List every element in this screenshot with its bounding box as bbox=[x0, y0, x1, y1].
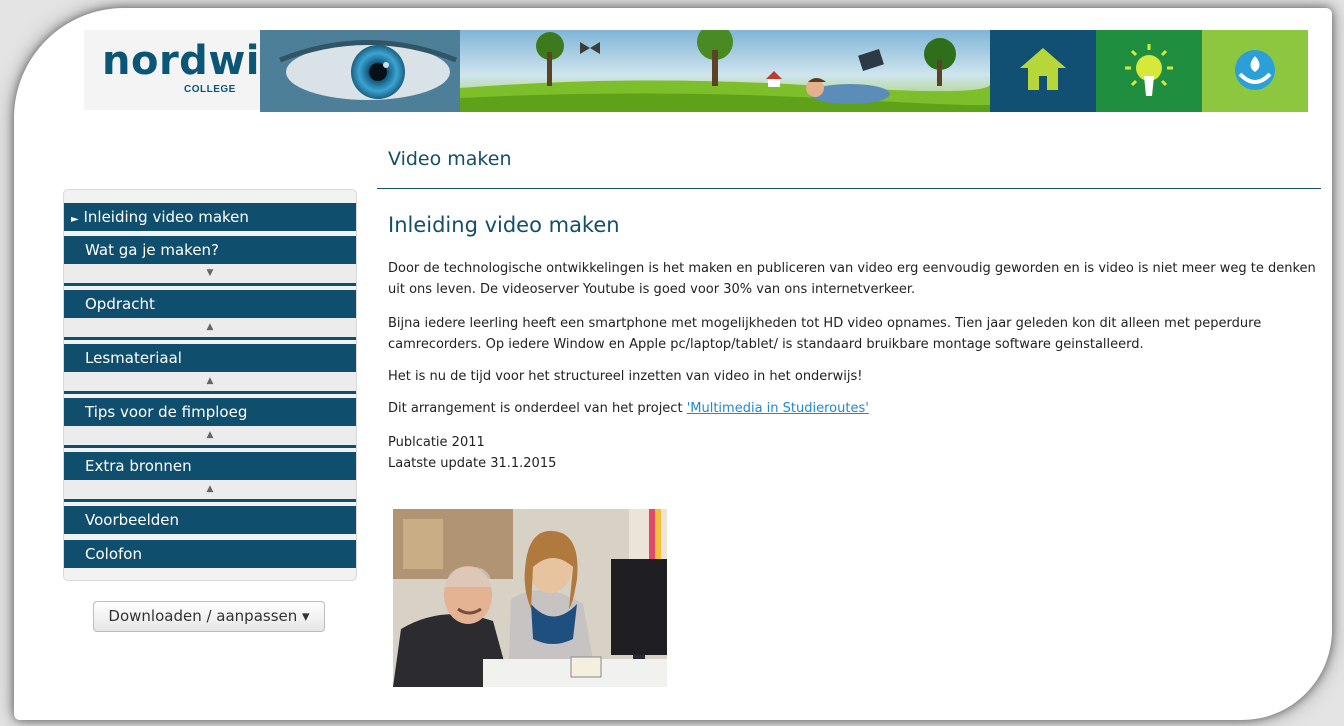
smartphone-paragraph: Bijna iedere leerling heeft een smartpho… bbox=[388, 316, 1262, 352]
sidebar-item-label: Extra bronnen bbox=[85, 457, 192, 475]
sidebar-item-lesmateriaal[interactable]: Lesmateriaal bbox=[64, 344, 356, 372]
download-edit-button[interactable]: Downloaden / aanpassen ▾ bbox=[93, 601, 325, 632]
sidebar-item-label: Tips voor de fimploeg bbox=[85, 403, 248, 421]
sidebar-item-tips-voor-de-fimploeg[interactable]: Tips voor de fimploeg bbox=[64, 398, 356, 426]
section-title: Inleiding video maken bbox=[388, 213, 620, 237]
sidebar-item-inleiding-video-maken[interactable]: ► Inleiding video maken bbox=[64, 203, 356, 231]
nordwin-logo[interactable]: nordwin COLLEGE bbox=[84, 30, 288, 110]
call-to-action-paragraph: Het is nu de tijd voor het structureel i… bbox=[388, 369, 863, 384]
sidebar-item-label: Inleiding video maken bbox=[83, 208, 249, 226]
chevron-up-icon: ▲ bbox=[206, 430, 214, 440]
chevron-up-icon: ▲ bbox=[206, 484, 214, 494]
sidebar-item-extra-bronnen[interactable]: Extra bronnen bbox=[64, 452, 356, 480]
collapse-toggle-extra-bronnen[interactable]: ▲ bbox=[64, 480, 356, 502]
sidebar-item-label: Wat ga je maken? bbox=[85, 241, 220, 259]
chevron-up-icon: ▲ bbox=[206, 376, 214, 386]
chevron-down-icon: ▼ bbox=[206, 268, 214, 278]
collapse-toggle-lesmateriaal[interactable]: ▲ bbox=[64, 372, 356, 394]
sidebar-item-voorbeelden[interactable]: Voorbeelden bbox=[64, 506, 356, 534]
publication-date: Publcatie 2011 bbox=[388, 435, 485, 450]
sidebar-item-label: Colofon bbox=[85, 545, 142, 563]
sidebar-item-label: Voorbeelden bbox=[85, 511, 180, 529]
project-text: Dit arrangement is onderdeel van het pro… bbox=[388, 401, 687, 416]
download-button-label: Downloaden / aanpassen bbox=[108, 607, 298, 625]
sidebar-item-colofon[interactable]: Colofon bbox=[64, 540, 356, 568]
chevron-up-icon: ▲ bbox=[206, 322, 214, 332]
sidebar-item-opdracht[interactable]: Opdracht bbox=[64, 290, 356, 318]
collapse-toggle-tips[interactable]: ▲ bbox=[64, 426, 356, 448]
sidebar-item-label: Lesmateriaal bbox=[85, 349, 182, 367]
teachers-at-computer-photo bbox=[393, 509, 667, 687]
title-divider bbox=[377, 188, 1321, 189]
multimedia-project-link[interactable]: 'Multimedia in Studieroutes' bbox=[687, 401, 869, 416]
caret-down-icon: ▾ bbox=[302, 607, 310, 625]
collapse-toggle-opdracht[interactable]: ▲ bbox=[64, 318, 356, 340]
sidebar-nav: ► Inleiding video maken Wat ga je maken?… bbox=[63, 189, 357, 581]
active-arrow-icon: ► bbox=[71, 214, 79, 225]
last-update: Laatste update 31.1.2015 bbox=[388, 456, 557, 471]
page-title: Video maken bbox=[388, 148, 512, 170]
sidebar-item-wat-ga-je-maken[interactable]: Wat ga je maken? bbox=[64, 236, 356, 264]
project-paragraph: Dit arrangement is onderdeel van het pro… bbox=[388, 398, 1318, 419]
header-banner bbox=[260, 30, 1308, 112]
intro-paragraph: Door de technologische ontwikkelingen is… bbox=[388, 261, 1316, 297]
expand-toggle-wat-ga-je-maken[interactable]: ▼ bbox=[64, 264, 356, 286]
logo-subtitle: COLLEGE bbox=[184, 84, 236, 95]
page-frame: nordwin COLLEGE Video maken ► Inleiding … bbox=[14, 8, 1332, 720]
sidebar-item-label: Opdracht bbox=[85, 295, 155, 313]
